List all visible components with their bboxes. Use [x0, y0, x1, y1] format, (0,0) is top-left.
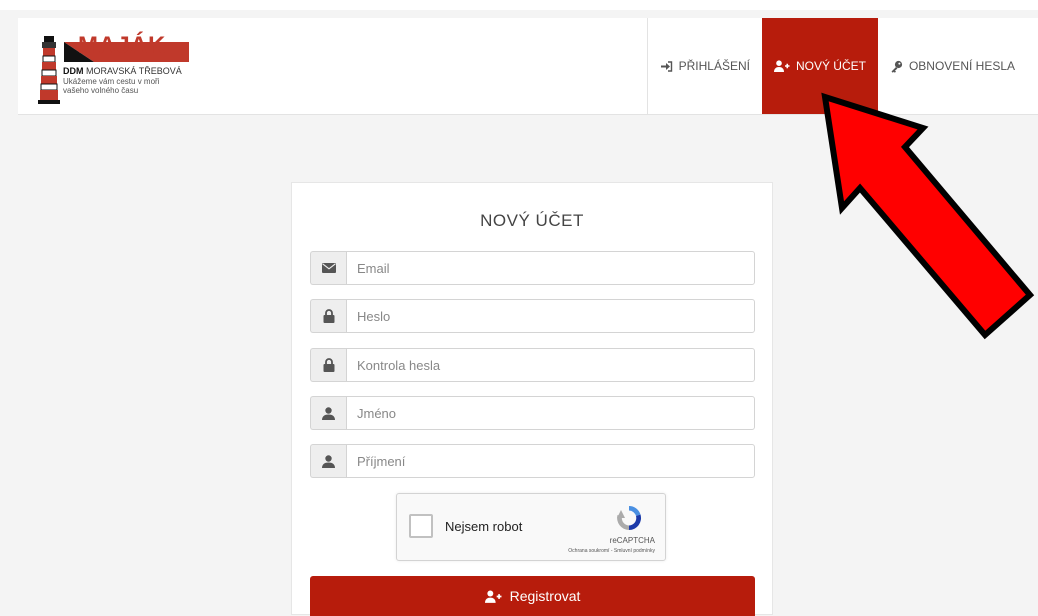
recaptcha-widget: Nejsem robot reCAPTCHA Ochrana soukromí …	[396, 493, 666, 561]
logo-organization: DDM MORAVSKÁ TŘEBOVÁ	[63, 66, 182, 76]
email-input[interactable]	[346, 251, 755, 285]
main-nav: PŘIHLÁŠENÍ NOVÝ ÚČET OBNOVENÍ HESLA	[646, 18, 1027, 114]
password-input[interactable]	[346, 299, 755, 333]
form-title: NOVÝ ÚČET	[480, 211, 584, 230]
register-button-label: Registrovat	[509, 588, 581, 604]
recaptcha-logo-icon	[617, 505, 642, 530]
recaptcha-links[interactable]: Ochrana soukromí - Smluvní podmínky	[397, 548, 655, 554]
recaptcha-brand: reCAPTCHA	[609, 536, 655, 545]
user-plus-icon	[484, 590, 502, 603]
nav-item-label: OBNOVENÍ HESLA	[908, 59, 1015, 73]
site-header: MAJÁK DDM MORAVSKÁ TŘEBOVÁ Ukážeme vám c…	[18, 18, 1038, 115]
user-plus-icon	[773, 60, 790, 72]
lock-icon	[310, 348, 346, 382]
last-name-input[interactable]	[346, 444, 755, 478]
user-icon	[310, 396, 346, 430]
envelope-icon	[310, 251, 346, 285]
nav-item-new-account[interactable]: NOVÝ ÚČET	[761, 18, 878, 114]
register-form-card: NOVÝ ÚČET Nejsem robot	[291, 182, 773, 616]
nav-item-password-reset[interactable]: OBNOVENÍ HESLA	[878, 18, 1027, 114]
nav-item-login[interactable]: PŘIHLÁŠENÍ	[648, 18, 762, 114]
password-confirm-field	[310, 348, 755, 382]
password-confirm-input[interactable]	[346, 348, 755, 382]
nav-item-label: NOVÝ ÚČET	[795, 59, 866, 73]
site-logo[interactable]: MAJÁK DDM MORAVSKÁ TŘEBOVÁ Ukážeme vám c…	[34, 28, 194, 108]
first-name-field	[310, 396, 755, 430]
first-name-input[interactable]	[346, 396, 755, 430]
register-button[interactable]: Registrovat	[310, 576, 755, 616]
email-field	[310, 251, 755, 285]
top-strip	[0, 0, 1038, 10]
recaptcha-checkbox[interactable]	[409, 514, 433, 538]
key-icon	[890, 60, 903, 73]
lock-icon	[310, 299, 346, 333]
last-name-field	[310, 444, 755, 478]
user-icon	[310, 444, 346, 478]
sign-in-icon	[660, 60, 673, 72]
password-field	[310, 299, 755, 333]
recaptcha-label: Nejsem robot	[445, 519, 523, 534]
logo-word: MAJÁK	[78, 32, 166, 59]
logo-tagline: Ukážeme vám cestu v moři vašeho volného …	[63, 77, 160, 95]
nav-item-label: PŘIHLÁŠENÍ	[678, 59, 750, 73]
